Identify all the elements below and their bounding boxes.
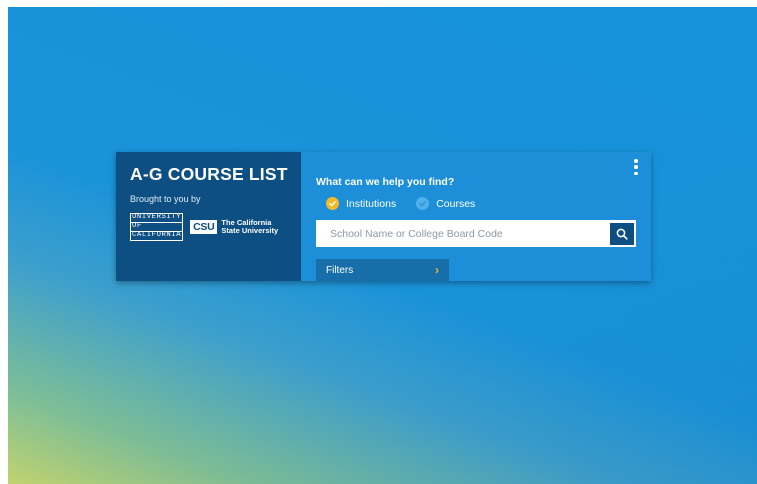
filters-button[interactable]: Filters ›: [316, 259, 449, 281]
option-label: Courses: [436, 197, 476, 210]
uc-logo-line: CALIFORNIA: [130, 231, 184, 242]
search-icon: [616, 228, 628, 240]
chevron-right-icon: ›: [435, 263, 439, 277]
search-type-options: Institutions Courses: [326, 197, 636, 210]
uc-logo: UNIVERSITY OF CALIFORNIA: [130, 213, 184, 242]
search-card: A-G COURSE LIST Brought to you by UNIVER…: [116, 152, 651, 281]
csu-name-line: State University: [221, 225, 279, 235]
check-icon: [326, 197, 339, 210]
csu-mark: CSU: [190, 219, 218, 234]
option-label: Institutions: [346, 197, 397, 210]
search-input[interactable]: [328, 226, 610, 241]
filters-label: Filters: [326, 264, 354, 276]
option-courses[interactable]: Courses: [416, 197, 475, 210]
search-button[interactable]: [610, 222, 634, 245]
brand-subtitle: Brought to you by: [130, 194, 201, 204]
search-field: [316, 220, 636, 247]
check-icon: [416, 197, 430, 210]
page-title: A-G COURSE LIST: [130, 164, 288, 184]
option-institutions[interactable]: Institutions: [326, 197, 396, 210]
brand-panel: A-G COURSE LIST Brought to you by UNIVER…: [116, 152, 301, 281]
search-question: What can we help you find?: [316, 176, 455, 188]
csu-logo: CSU The California State University: [190, 218, 279, 235]
partner-logos: UNIVERSITY OF CALIFORNIA CSU The Califor…: [130, 213, 301, 242]
search-panel: What can we help you find? Institutions …: [301, 152, 651, 281]
csu-name: The California State University: [221, 218, 279, 235]
kebab-menu-icon[interactable]: [632, 159, 640, 175]
